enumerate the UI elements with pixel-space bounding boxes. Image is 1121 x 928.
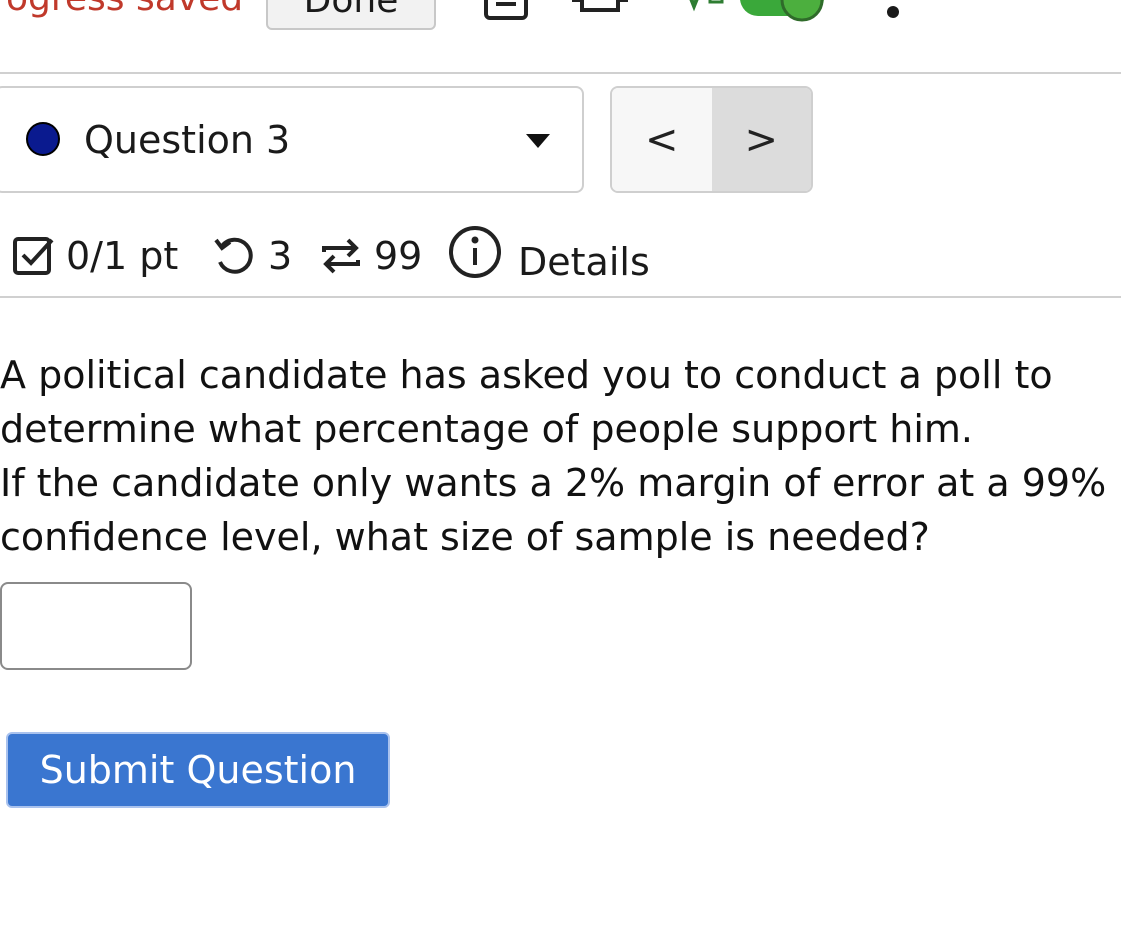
progress-status: rogress saved: [0, 0, 243, 19]
top-toolbar: rogress saved Done: [0, 0, 1121, 74]
chevron-right-icon: >: [744, 116, 778, 163]
previous-question-button[interactable]: <: [612, 88, 712, 191]
question-paragraph-2: If the candidate only wants a 2% margin …: [0, 461, 1107, 559]
chevron-left-icon: <: [644, 116, 679, 163]
submit-question-button[interactable]: Submit Question: [6, 732, 390, 808]
calculator-icon[interactable]: [482, 0, 530, 26]
question-selector[interactable]: Question 3: [0, 86, 584, 193]
print-icon[interactable]: [570, 0, 630, 26]
chevron-down-icon: [526, 134, 550, 148]
details-label: Details: [518, 240, 650, 284]
details-link[interactable]: Details: [448, 220, 650, 284]
done-button[interactable]: Done: [266, 0, 436, 30]
checkbox-score-icon: [12, 234, 56, 278]
question-status-dot: [26, 122, 60, 156]
retries-item: 3: [212, 234, 292, 278]
question-body: A political candidate has asked you to c…: [0, 348, 1115, 564]
repeat-icon: [318, 234, 364, 278]
math-symbol-icon[interactable]: [684, 0, 732, 26]
question-meta: 0/1 pt 3 99 Details: [0, 220, 1121, 298]
attempts-count: 99: [374, 234, 423, 278]
question-pager: < >: [610, 86, 813, 193]
next-question-button[interactable]: >: [711, 88, 811, 191]
retries-count: 3: [268, 234, 293, 278]
attempts-item: 99: [318, 234, 422, 278]
question-paragraph-1: A political candidate has asked you to c…: [0, 353, 1053, 451]
info-icon: [448, 225, 502, 279]
toggle-switch[interactable]: [740, 0, 826, 22]
question-selector-label: Question 3: [84, 118, 291, 162]
retry-icon: [212, 234, 258, 278]
more-options-icon[interactable]: [887, 6, 899, 18]
score-text: 0/1 pt: [66, 234, 179, 278]
score-item: 0/1 pt: [12, 234, 178, 278]
answer-input[interactable]: [0, 582, 192, 670]
